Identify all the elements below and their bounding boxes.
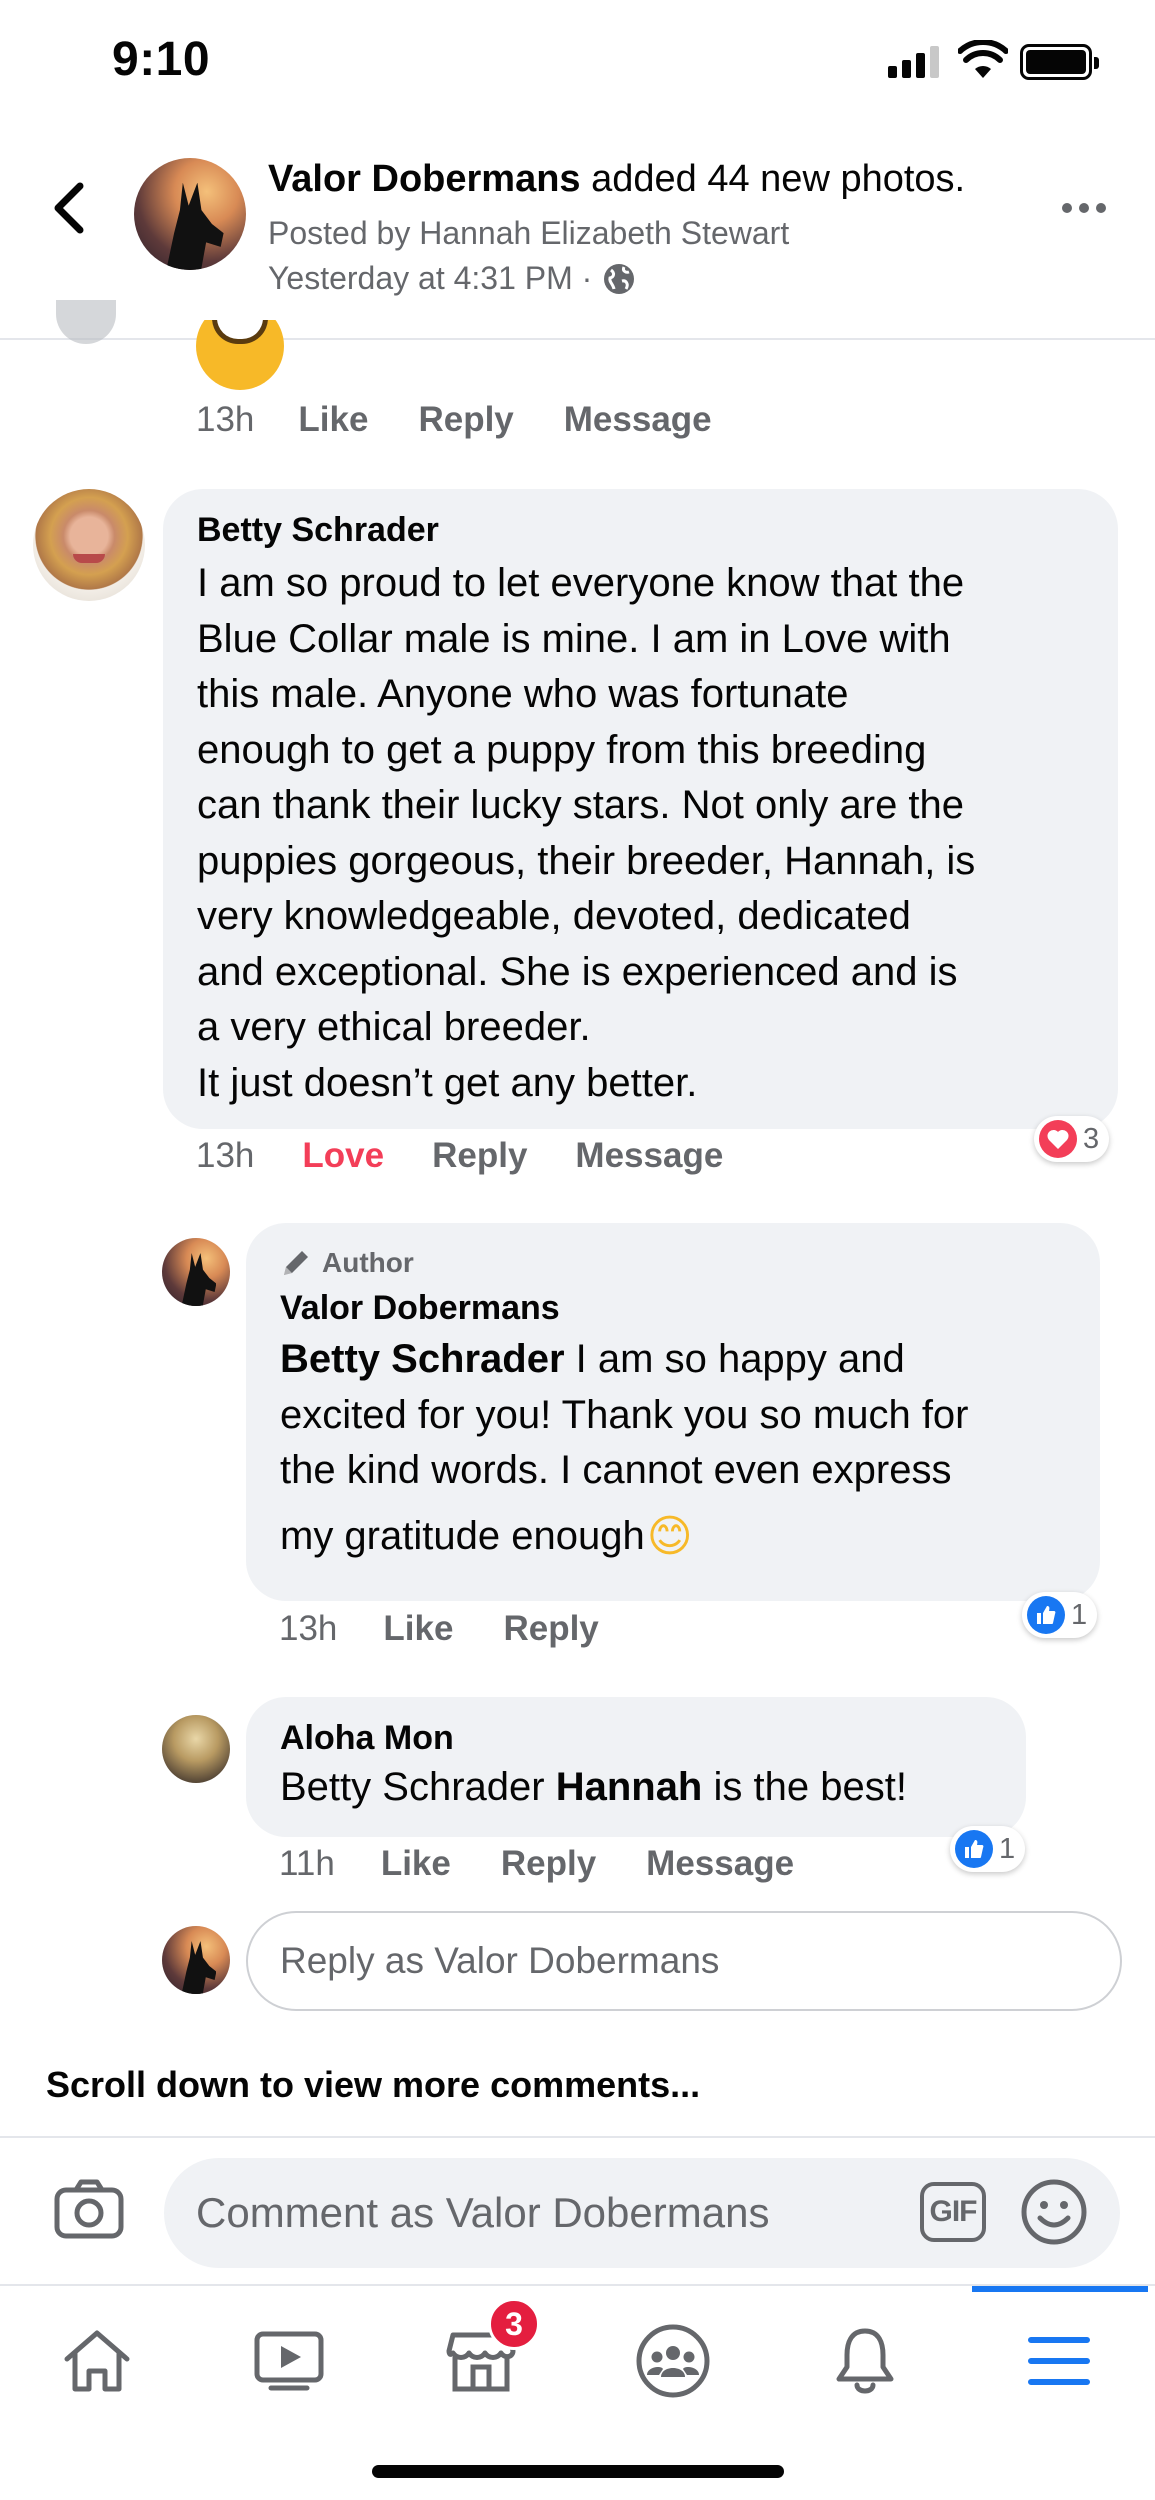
groups-icon <box>636 2324 710 2398</box>
like-reaction-icon <box>955 1830 993 1868</box>
gif-button[interactable]: GIF <box>920 2182 986 2242</box>
commenter-avatar[interactable] <box>33 489 145 601</box>
like-reaction-icon <box>1027 1596 1065 1634</box>
love-reaction-button[interactable]: Love <box>302 1136 384 1176</box>
camera-icon[interactable] <box>54 2178 124 2240</box>
reply-button[interactable]: Reply <box>432 1136 527 1176</box>
author-badge: Author <box>280 1247 1066 1279</box>
comment-composer: Comment as Valor Dobermans GIF <box>0 2136 1155 2284</box>
globe-icon <box>604 263 635 294</box>
comment-bubble: Betty Schrader I am so proud to let ever… <box>163 489 1118 1129</box>
like-button[interactable]: Like <box>381 1844 451 1884</box>
battery-icon <box>1020 44 1099 80</box>
home-indicator <box>372 2465 784 2478</box>
cellular-signal-icon <box>888 46 940 78</box>
tab-home[interactable] <box>42 2316 152 2406</box>
emoji-icon[interactable] <box>1020 2178 1088 2246</box>
tab-notifications[interactable] <box>810 2316 920 2406</box>
reply-button[interactable]: Reply <box>503 1609 598 1649</box>
active-tab-indicator <box>972 2286 1148 2292</box>
comment-time: 13h <box>196 1136 255 1175</box>
reply-time: 11h <box>279 1844 335 1883</box>
reaction-count[interactable]: 3 <box>1034 1116 1110 1162</box>
grinning-emoji-icon <box>196 320 284 390</box>
comment-text: I am so proud to let everyone know that … <box>197 561 976 1105</box>
mention-link[interactable]: Betty Schrader <box>280 1337 565 1381</box>
love-reaction-icon <box>1039 1120 1077 1158</box>
reply-text: Betty Schrader Hannah is the best! <box>280 1765 907 1809</box>
comment-actions: 13h Like Reply Message <box>196 400 712 440</box>
reply-author[interactable]: Valor Dobermans <box>280 1289 1066 1328</box>
reply-bubble: Aloha Mon Betty Schrader Hannah is the b… <box>246 1697 1026 1837</box>
menu-icon <box>1028 2337 1090 2385</box>
like-button[interactable]: Like <box>298 400 368 440</box>
reply-as-avatar <box>162 1926 230 1994</box>
reaction-count[interactable]: 1 <box>1022 1592 1098 1638</box>
post-timestamp-row: Yesterday at 4:31 PM · <box>268 260 636 297</box>
reply-time: 13h <box>279 1609 338 1648</box>
comment-author[interactable]: Betty Schrader <box>197 511 1084 550</box>
scroll-more-hint: Scroll down to view more comments... <box>46 2064 701 2105</box>
reply-actions: 11h Like Reply Message <box>279 1844 794 1884</box>
reply-button[interactable]: Reply <box>418 400 513 440</box>
more-options-icon[interactable] <box>1062 198 1114 218</box>
message-button[interactable]: Message <box>646 1844 794 1884</box>
smiling-emoji-icon: 😊 <box>646 1510 693 1562</box>
tab-watch[interactable] <box>234 2316 344 2406</box>
comment-time: 13h <box>196 400 255 439</box>
reply-input[interactable]: Reply as Valor Dobermans <box>246 1911 1122 2011</box>
pencil-icon <box>284 1251 308 1275</box>
post-timestamp[interactable]: Yesterday at 4:31 PM · <box>268 260 592 297</box>
back-arrow-icon[interactable] <box>44 178 94 238</box>
post-header: Valor Dobermans added 44 new photos. Pos… <box>0 130 1155 340</box>
posted-by: Posted by Hannah Elizabeth Stewart <box>268 215 790 251</box>
like-button[interactable]: Like <box>383 1609 453 1649</box>
watch-icon <box>254 2331 324 2391</box>
status-time: 9:10 <box>112 33 211 86</box>
tab-menu[interactable] <box>1004 2316 1114 2406</box>
page-avatar[interactable] <box>134 158 246 270</box>
reply-text: Betty Schrader I am so happy and excited… <box>280 1332 1066 1564</box>
reply-author[interactable]: Aloha Mon <box>280 1719 992 1758</box>
reply-avatar[interactable] <box>162 1715 230 1783</box>
page-name-link[interactable]: Valor Dobermans <box>268 158 581 200</box>
post-title: Valor Dobermans added 44 new photos. <box>268 158 965 201</box>
status-bar: 9:10 <box>0 0 1155 130</box>
reply-bubble: Author Valor Dobermans Betty Schrader I … <box>246 1223 1100 1601</box>
home-icon <box>64 2330 130 2392</box>
reply-button[interactable]: Reply <box>501 1844 596 1884</box>
marketplace-badge: 3 <box>488 2298 540 2350</box>
reaction-count[interactable]: 1 <box>950 1826 1026 1872</box>
notifications-icon <box>836 2328 894 2394</box>
message-button[interactable]: Message <box>575 1136 723 1176</box>
reply-avatar[interactable] <box>162 1238 230 1306</box>
post-action-text: added 44 new photos. <box>580 158 966 200</box>
tab-groups[interactable] <box>618 2316 728 2406</box>
comment-actions: 13h Love Reply Message <box>196 1136 723 1176</box>
reply-actions: 13h Like Reply <box>279 1609 599 1649</box>
message-button[interactable]: Message <box>564 400 712 440</box>
wifi-icon <box>958 40 1008 78</box>
